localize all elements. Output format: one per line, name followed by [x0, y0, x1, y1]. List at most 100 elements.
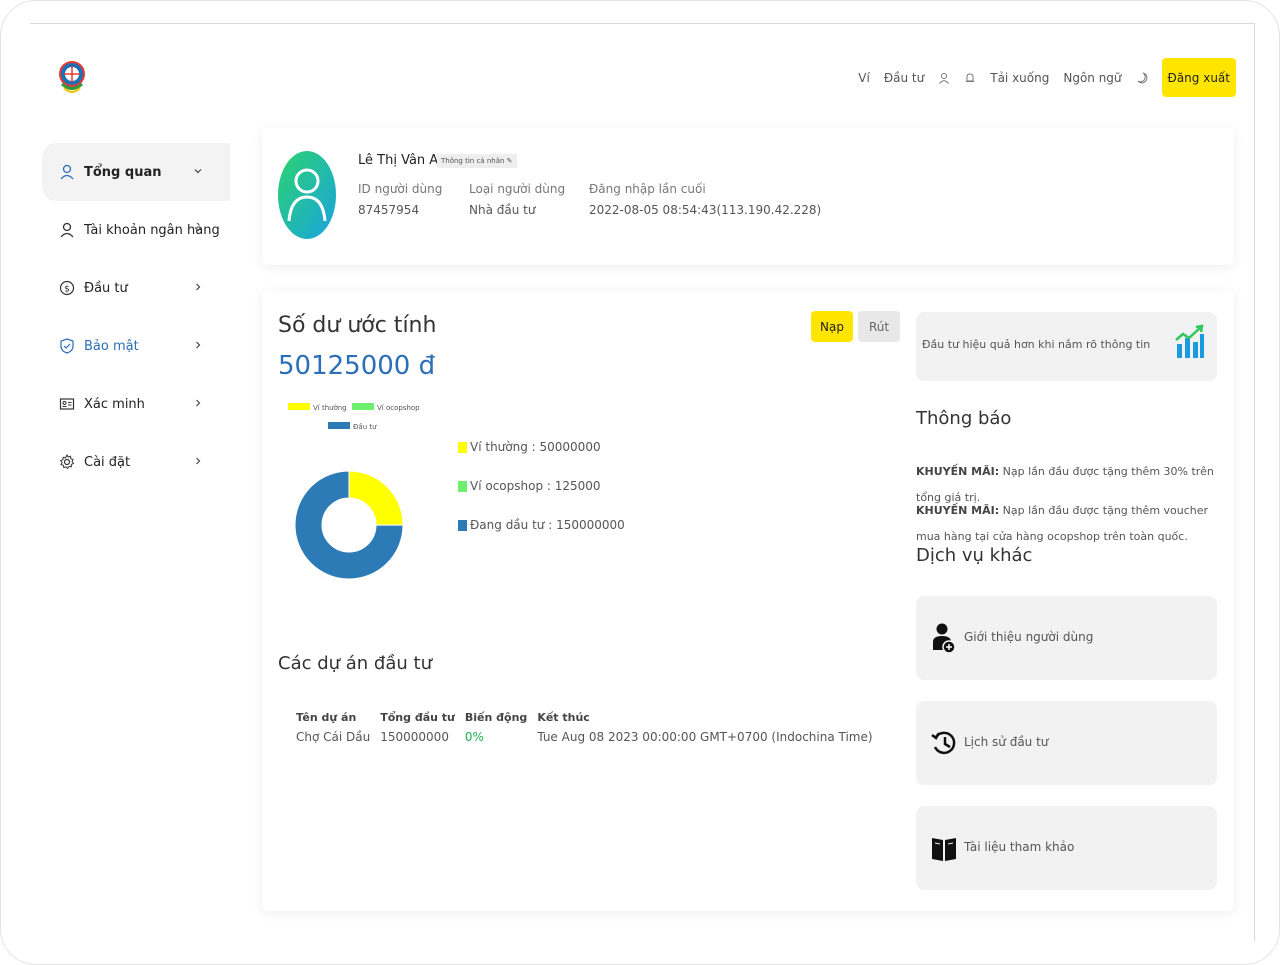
nav-invest[interactable]: Đầu tư — [884, 71, 924, 85]
logout-button[interactable]: Đăng xuất — [1161, 58, 1236, 97]
logo-icon[interactable] — [58, 57, 86, 97]
main-card: Số dư ước tính 50125000 đ Nạp Rút Ví thư… — [262, 291, 1234, 911]
legend-item: Ví ocopshop : 125000 — [458, 479, 625, 518]
sidebar-item-verify[interactable]: Xác minh — [42, 375, 230, 433]
history-icon — [931, 731, 956, 755]
nav-download[interactable]: Tải xuống — [990, 71, 1049, 85]
tip-banner[interactable]: Đầu tư hiệu quả hơn khi nắm rõ thông tin — [916, 312, 1217, 381]
bell-icon[interactable] — [964, 72, 976, 84]
legend-swatch — [458, 481, 467, 492]
notice-prefix: KHUYẾN MÃI: — [916, 504, 1000, 517]
legend-label: Đang dầu tư : 150000000 — [470, 518, 625, 532]
legend-swatch — [458, 520, 467, 531]
user-id-value: 87457954 — [358, 203, 420, 217]
sidebar: Tổng quan Tài khoản ngân hàng $ Đầu tư B… — [42, 143, 230, 491]
chart-legend-label: Ví ocopshop — [377, 404, 420, 412]
sidebar-item-settings[interactable]: Cài đặt — [42, 433, 230, 491]
service-history[interactable]: Lịch sử đầu tư — [916, 701, 1217, 785]
chevron-right-icon — [196, 457, 201, 465]
user-type-value: Nhà đầu tư — [469, 203, 536, 217]
moon-icon[interactable] — [1136, 72, 1148, 84]
legend-swatch — [458, 442, 467, 453]
nav-wallet[interactable]: Ví — [858, 71, 870, 85]
column-header: Tên dự án — [296, 711, 357, 724]
service-label: Giới thiệu người dùng — [964, 630, 1094, 644]
money-icon: $ — [58, 279, 76, 297]
table-row[interactable]: Chợ Cái Dầu 150000000 0% Tue Aug 08 2023… — [296, 730, 883, 744]
column-header: Tổng đầu tư — [380, 711, 455, 724]
user-type-label: Loại người dùng — [469, 182, 566, 196]
project-name: Chợ Cái Dầu — [296, 730, 371, 744]
projects-title: Các dự án đầu tư — [278, 653, 432, 674]
donut-slice[interactable] — [348, 470, 404, 526]
sidebar-item-label: Cài đặt — [84, 454, 131, 470]
notice-title: Thông báo — [916, 408, 1012, 429]
notice-item: KHUYẾN MÃI: Nạp lần đầu được tặng thêm v… — [916, 498, 1221, 550]
avatar[interactable] — [278, 151, 336, 239]
notice-prefix: KHUYẾN MÃI: — [916, 465, 1000, 478]
last-login-label: Đăng nhập lần cuối — [589, 182, 706, 196]
sidebar-item-label: Tổng quan — [84, 164, 162, 180]
legend-item: Ví thường : 50000000 — [458, 440, 625, 479]
personal-info-link[interactable]: Thông tin cá nhân ✎ — [437, 154, 517, 168]
chevron-right-icon — [196, 399, 201, 407]
chevron-right-icon — [196, 341, 201, 349]
user-icon — [58, 221, 76, 239]
gear-icon — [58, 453, 76, 471]
chevron-down-icon — [194, 227, 202, 232]
divider — [30, 23, 1255, 24]
growth-chart-icon — [1175, 324, 1204, 358]
user-icon — [58, 163, 76, 181]
balance-donut-chart: Ví thường Ví ocopshop Đầu tư — [288, 403, 420, 580]
project-change: 0% — [464, 730, 484, 744]
nav-language[interactable]: Ngôn ngữ — [1063, 71, 1121, 85]
balance-title: Số dư ước tính — [278, 313, 437, 338]
svg-text:$: $ — [64, 285, 70, 295]
last-login-value: 2022-08-05 08:54:43(113.190.42.228) — [589, 203, 822, 217]
sidebar-item-invest[interactable]: $ Đầu tư — [42, 259, 230, 317]
chevron-right-icon — [196, 283, 201, 291]
projects-table: Tên dự án Tổng đầu tư Biến động Kết thúc… — [296, 711, 883, 744]
sidebar-item-label: Bảo mật — [84, 338, 139, 354]
personal-info-label: Thông tin cá nhân — [441, 157, 505, 165]
balance-legend-list: Ví thường : 50000000 Ví ocopshop : 12500… — [458, 440, 625, 557]
book-icon — [932, 838, 956, 861]
withdraw-button[interactable]: Rút — [858, 311, 900, 342]
profile-card: Lê Thị Vân Anh Thông tin cá nhân ✎ ID ng… — [262, 128, 1234, 265]
tip-text: Đầu tư hiệu quả hơn khi nắm rõ thông tin — [922, 338, 1151, 351]
service-referral[interactable]: Giới thiệu người dùng — [916, 596, 1217, 680]
services-title: Dịch vụ khác — [916, 545, 1033, 566]
project-total: 150000000 — [380, 730, 449, 744]
chart-legend-swatch — [352, 403, 374, 410]
shield-icon — [58, 337, 76, 355]
service-docs[interactable]: Tài liệu tham khảo — [916, 806, 1217, 890]
id-card-icon — [58, 395, 76, 413]
sidebar-item-security[interactable]: Bảo mật — [42, 317, 230, 375]
chart-legend-label: Đầu tư — [353, 423, 377, 431]
legend-label: Ví ocopshop : 125000 — [470, 479, 601, 493]
legend-label: Ví thường : 50000000 — [470, 440, 601, 454]
project-end: Tue Aug 08 2023 00:00:00 GMT+0700 (Indoc… — [537, 730, 873, 744]
sidebar-item-overview[interactable]: Tổng quan — [42, 143, 230, 201]
chart-legend-label: Ví thường — [313, 404, 347, 412]
pencil-icon: ✎ — [506, 157, 513, 165]
chart-legend-swatch — [288, 403, 310, 410]
user-id-label: ID người dùng — [358, 182, 443, 196]
table-header-row: Tên dự án Tổng đầu tư Biến động Kết thúc — [296, 711, 883, 730]
chart-legend-swatch — [328, 422, 350, 429]
column-header: Kết thúc — [537, 711, 590, 724]
user-add-icon — [933, 623, 956, 654]
sidebar-item-label: Xác minh — [84, 396, 145, 412]
deposit-button[interactable]: Nạp — [811, 311, 853, 342]
column-header: Biến động — [464, 711, 528, 724]
service-label: Tài liệu tham khảo — [964, 840, 1075, 854]
chevron-down-icon — [194, 169, 202, 174]
balance-value: 50125000 đ — [278, 351, 436, 381]
divider — [1254, 23, 1255, 941]
legend-item: Đang dầu tư : 150000000 — [458, 518, 625, 557]
sidebar-item-label: Đầu tư — [84, 280, 128, 296]
user-icon[interactable] — [938, 72, 950, 84]
service-label: Lịch sử đầu tư — [964, 735, 1049, 749]
top-nav: Ví Đầu tư Tải xuống Ngôn ngữ Đăng xuất — [844, 58, 1236, 97]
sidebar-item-bank-account[interactable]: Tài khoản ngân hàng — [42, 201, 230, 259]
